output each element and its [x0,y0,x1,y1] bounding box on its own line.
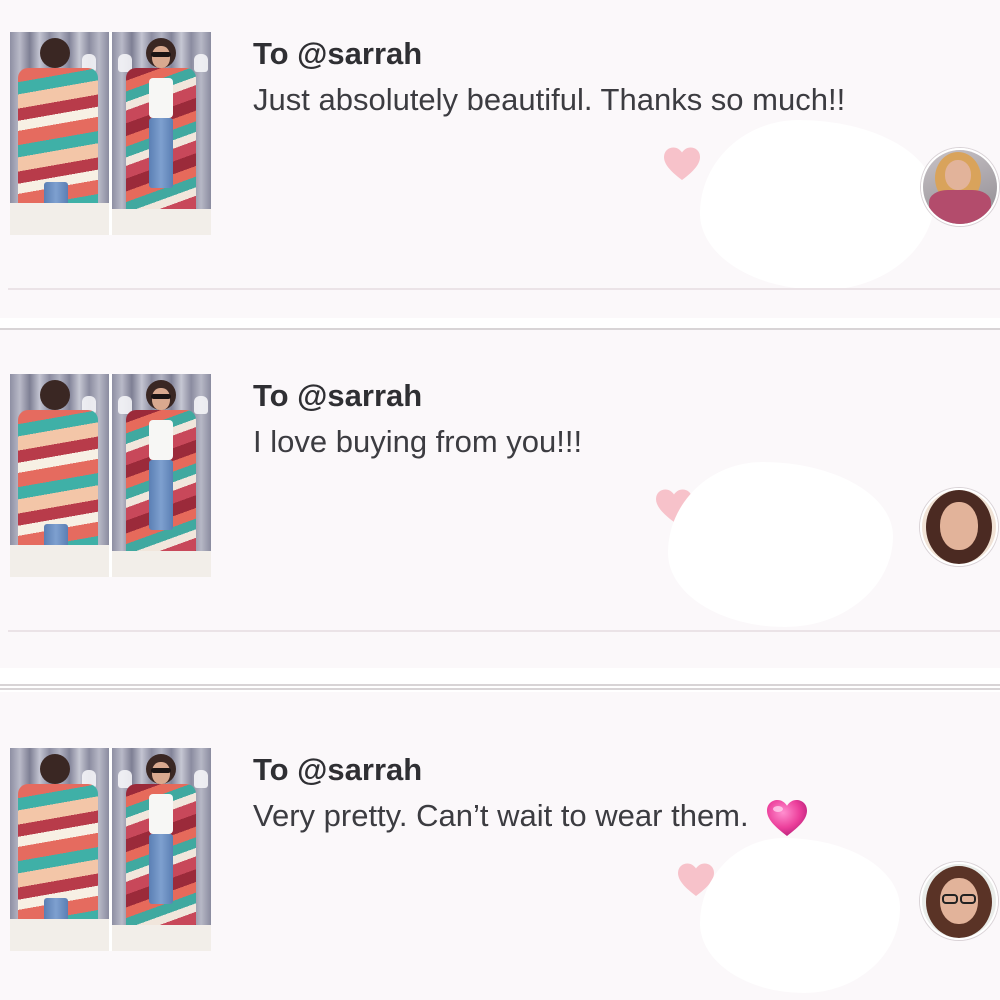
listing-thumbnail[interactable] [10,32,211,235]
review-recipient[interactable]: To @sarrah [253,36,422,72]
divider [8,288,1000,290]
review-message-text: Very pretty. Can’t wait to wear them. [253,798,749,834]
review-card[interactable]: To @sarrah I love buying from you!!! [0,332,1000,668]
listing-thumbnail[interactable] [10,748,211,951]
reviewer-avatar[interactable] [920,488,998,566]
reviewer-avatar[interactable] [921,148,999,226]
sparkling-heart-icon [767,800,808,836]
redacted-area [700,838,900,993]
listing-photo-front [112,374,211,577]
review-recipient[interactable]: To @sarrah [253,378,422,414]
divider [8,630,1000,632]
section-separator [0,318,1000,330]
review-card[interactable]: To @sarrah Very pretty. Can’t wait to we… [0,692,1000,1000]
heart-icon[interactable] [662,146,702,182]
redacted-area [700,120,935,290]
redacted-area [668,462,893,627]
review-card[interactable]: To @sarrah Just absolutely beautiful. Th… [0,0,1000,318]
review-message: Just absolutely beautiful. Thanks so muc… [253,82,846,117]
listing-photo-back [10,748,109,951]
review-message: Very pretty. Can’t wait to wear them. [253,798,809,838]
listing-thumbnail[interactable] [10,374,211,577]
listing-photo-front [112,32,211,235]
review-message: I love buying from you!!! [253,424,583,459]
listing-photo-back [10,32,109,235]
section-separator [0,668,1000,692]
listing-photo-back [10,374,109,577]
listing-photo-front [112,748,211,951]
review-recipient[interactable]: To @sarrah [253,752,422,788]
reviewer-avatar[interactable] [920,862,998,940]
